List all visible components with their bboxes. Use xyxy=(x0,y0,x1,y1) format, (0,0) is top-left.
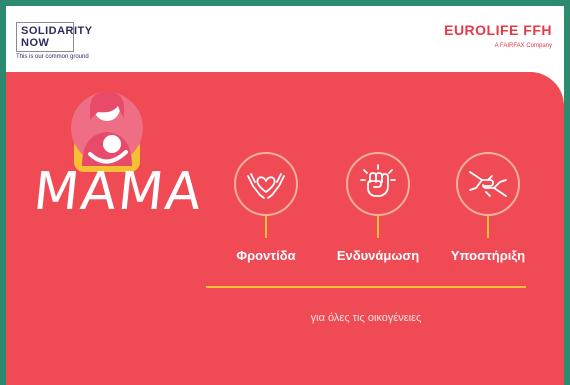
feature-support-label: Υποστήριξη xyxy=(450,248,526,263)
hands-heart-icon xyxy=(234,152,298,216)
eurolife-logo-subtitle: A FAIRFAX Company xyxy=(494,43,552,49)
divider-line xyxy=(206,286,526,288)
page-frame: SOLIDARITY NOW This is our common ground… xyxy=(0,0,570,385)
solidarity-now-logo: SOLIDARITY NOW This is our common ground xyxy=(16,22,136,66)
raised-fist-icon xyxy=(346,152,410,216)
feature-empowerment-label: Ενδυνάμωση xyxy=(336,248,420,263)
header: SOLIDARITY NOW This is our common ground… xyxy=(6,6,564,72)
banner-card: SOLIDARITY NOW This is our common ground… xyxy=(6,6,564,385)
eurolife-logo-name: EUROLIFE FFH xyxy=(444,22,552,38)
campaign-tagline: για όλες τις οικογένειες xyxy=(310,312,422,324)
campaign-title: MAMA xyxy=(30,162,207,222)
feature-connector-line xyxy=(265,216,267,238)
solidarity-logo-box: SOLIDARITY NOW xyxy=(16,22,92,52)
feature-care-label: Φροντίδα xyxy=(236,248,296,263)
solidarity-logo-word: SOLIDARITY xyxy=(21,25,93,37)
solidarity-logo-tagline: This is our common ground xyxy=(16,54,89,60)
helping-hands-icon xyxy=(456,152,520,216)
eurolife-logo: EUROLIFE FFH A FAIRFAX Company xyxy=(444,22,552,49)
feature-connector-line xyxy=(487,216,489,238)
now-logo-word: NOW xyxy=(21,37,50,49)
feature-connector-line xyxy=(377,216,379,238)
